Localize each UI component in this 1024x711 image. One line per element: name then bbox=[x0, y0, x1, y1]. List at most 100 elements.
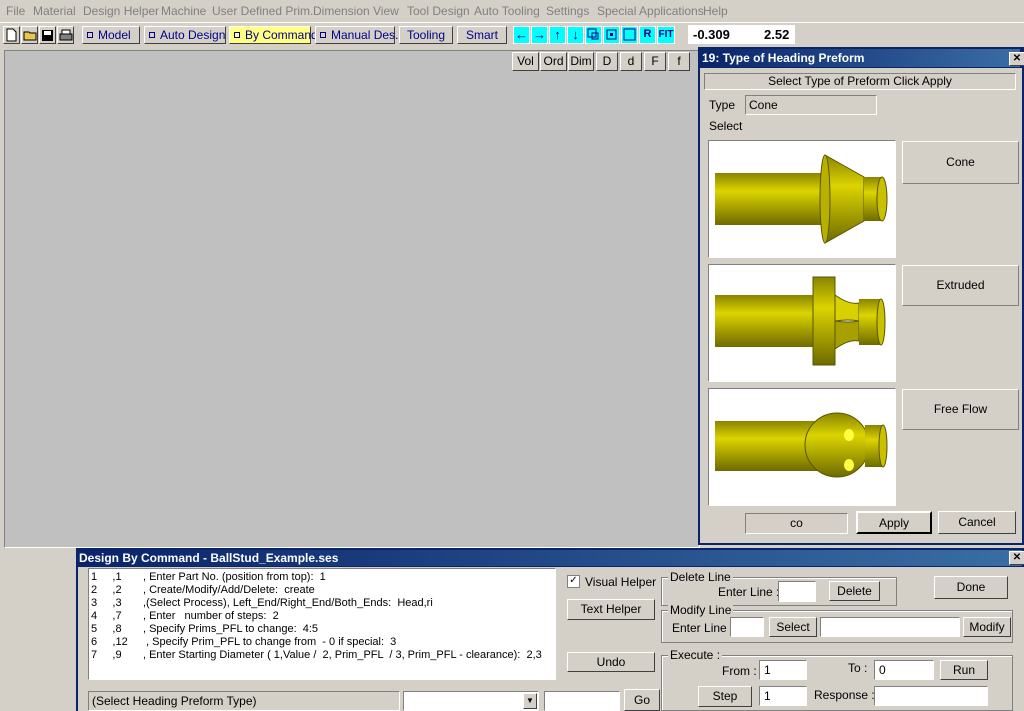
menu-dimension[interactable]: Dimension bbox=[313, 4, 370, 18]
chevron-down-icon[interactable]: ▼ bbox=[523, 693, 537, 709]
new-file-icon[interactable] bbox=[3, 26, 20, 44]
command-list[interactable]: 1 ,1 , Enter Part No. (position from top… bbox=[88, 568, 556, 680]
menu-special-applications[interactable]: Special Applications bbox=[597, 4, 704, 18]
dimension-button[interactable]: Dim bbox=[568, 52, 594, 71]
mode-by-command-button[interactable]: By Command bbox=[229, 26, 318, 44]
fit-button[interactable]: FIT bbox=[657, 26, 675, 44]
command-combo[interactable] bbox=[403, 691, 539, 711]
free-flow-option-button[interactable]: Free Flow bbox=[902, 389, 1019, 430]
execute-legend: Execute : bbox=[668, 648, 723, 662]
print-icon[interactable] bbox=[57, 26, 74, 44]
command-line-5[interactable]: 5 ,8 , Specify Prims_PFL to change: 4:5 bbox=[91, 623, 318, 636]
menu-help[interactable]: Help bbox=[703, 4, 728, 18]
dialog-title-bar[interactable]: 19: Type of Heading Preform bbox=[700, 49, 1020, 67]
view-f-upper-button[interactable]: F bbox=[644, 52, 666, 71]
response-input[interactable] bbox=[874, 686, 988, 706]
command-close-icon[interactable]: ✕ bbox=[1009, 551, 1024, 565]
cone-option-button[interactable]: Cone bbox=[902, 141, 1019, 184]
mode-model-button[interactable]: Model bbox=[82, 26, 140, 44]
volume-button[interactable]: Vol bbox=[512, 52, 539, 71]
select-label: Select bbox=[709, 119, 743, 133]
arrow-right-icon[interactable]: → bbox=[531, 26, 548, 44]
command-line-3[interactable]: 3 ,3 ,(Select Process), Left_End/Right_E… bbox=[91, 597, 433, 610]
open-folder-icon[interactable] bbox=[21, 26, 38, 44]
text-helper-button[interactable]: Text Helper bbox=[567, 599, 655, 620]
type-value-box: Cone bbox=[745, 95, 877, 115]
from-input[interactable]: 1 bbox=[759, 660, 807, 680]
menu-auto-tooling[interactable]: Auto Tooling bbox=[474, 4, 540, 18]
command-line-6[interactable]: 6 ,12 , Specify Prim_PFL to change from … bbox=[91, 636, 396, 649]
command-title: Design By Command - BallStud_Example.ses bbox=[79, 551, 339, 565]
response-label: Response : bbox=[814, 688, 875, 702]
delete-button[interactable]: Delete bbox=[829, 581, 880, 601]
extruded-preview-image[interactable] bbox=[708, 264, 896, 382]
type-value: Cone bbox=[749, 98, 778, 112]
instruction-bar: Select Type of Preform Click Apply bbox=[704, 73, 1016, 90]
go-button[interactable]: Go bbox=[624, 689, 660, 711]
command-input[interactable] bbox=[544, 691, 620, 711]
undo-button[interactable]: Undo bbox=[567, 652, 655, 672]
extruded-option-button[interactable]: Extruded bbox=[902, 265, 1019, 306]
design-by-command-dialog: Design By Command - BallStud_Example.ses… bbox=[76, 548, 1024, 711]
visual-helper-label: Visual Helper bbox=[585, 575, 657, 589]
visual-helper-checkbox[interactable]: ✓ bbox=[567, 575, 580, 588]
modify-button[interactable]: Modify bbox=[963, 617, 1011, 637]
save-icon[interactable] bbox=[39, 26, 56, 44]
cone-option-label: Cone bbox=[946, 155, 975, 169]
execute-group: Execute : From : 1 To : 0 Run Step 1 Res… bbox=[661, 648, 1013, 711]
dialog-title: 19: Type of Heading Preform bbox=[702, 51, 865, 65]
command-line-2[interactable]: 2 ,2 , Create/Modify/Add/Delete: create bbox=[91, 584, 315, 597]
modify-value-input[interactable] bbox=[820, 617, 960, 637]
zoom-out-icon[interactable] bbox=[603, 26, 620, 44]
preform-input-value: co bbox=[790, 516, 803, 530]
select-button[interactable]: Select bbox=[769, 617, 817, 637]
heading-preform-dialog: 19: Type of Heading Preform ✕ Select Typ… bbox=[698, 47, 1024, 545]
command-line-1[interactable]: 1 ,1 , Enter Part No. (position from top… bbox=[91, 571, 326, 584]
menu-user-defined-prim[interactable]: User Defined Prim. bbox=[212, 4, 313, 18]
view-d-lower-button[interactable]: d bbox=[620, 52, 642, 71]
menu-file[interactable]: File bbox=[6, 4, 25, 18]
step-input[interactable]: 1 bbox=[759, 686, 807, 706]
mode-auto-design-button[interactable]: Auto Design bbox=[144, 26, 226, 44]
zoom-in-icon[interactable] bbox=[621, 26, 638, 44]
menu-view[interactable]: View bbox=[373, 4, 399, 18]
menu-tool-design[interactable]: Tool Design bbox=[407, 4, 470, 18]
menu-material[interactable]: Material bbox=[33, 4, 76, 18]
preform-input-field[interactable]: co bbox=[745, 513, 848, 534]
cone-preview-image[interactable] bbox=[708, 140, 896, 258]
arrow-left-icon[interactable]: ← bbox=[513, 26, 530, 44]
arrow-up-icon[interactable]: ↑ bbox=[549, 26, 566, 44]
view-f-lower-button[interactable]: f bbox=[668, 52, 690, 71]
delete-line-input[interactable] bbox=[778, 581, 816, 602]
done-button[interactable]: Done bbox=[934, 576, 1008, 599]
command-line-4[interactable]: 4 ,7 , Enter number of steps: 2 bbox=[91, 610, 279, 623]
modify-line-legend: Modify Line bbox=[668, 603, 734, 617]
ordinate-button[interactable]: Ord bbox=[540, 52, 567, 71]
close-icon[interactable]: ✕ bbox=[1009, 52, 1024, 66]
command-title-bar[interactable]: Design By Command - BallStud_Example.ses bbox=[78, 550, 1022, 566]
from-label: From : bbox=[722, 664, 757, 678]
mode-smart-button[interactable]: Smart bbox=[457, 26, 507, 44]
free-flow-option-label: Free Flow bbox=[933, 402, 988, 416]
extruded-option-label: Extruded bbox=[936, 278, 985, 292]
step-button[interactable]: Step bbox=[698, 686, 752, 707]
to-value: 0 bbox=[879, 663, 886, 677]
zoom-window-icon[interactable] bbox=[585, 26, 602, 44]
view-d-upper-button[interactable]: D bbox=[596, 52, 618, 71]
run-button[interactable]: Run bbox=[940, 660, 988, 680]
free-flow-preview-image[interactable] bbox=[708, 388, 896, 506]
arrow-down-icon[interactable]: ↓ bbox=[567, 26, 584, 44]
menu-machine[interactable]: Machine bbox=[161, 4, 206, 18]
redraw-button[interactable]: R bbox=[639, 26, 656, 44]
instruction-text: Select Type of Preform Click Apply bbox=[768, 74, 952, 88]
cancel-button[interactable]: Cancel bbox=[938, 511, 1016, 534]
command-line-7[interactable]: 7 ,9 , Enter Starting Diameter ( 1,Value… bbox=[91, 649, 542, 662]
mode-manual-design-button[interactable]: Manual Des. bbox=[315, 26, 398, 44]
apply-button[interactable]: Apply bbox=[856, 511, 932, 534]
drawing-canvas[interactable] bbox=[4, 50, 700, 548]
modify-line-input[interactable] bbox=[730, 617, 764, 637]
menu-design-helper[interactable]: Design Helper bbox=[83, 4, 159, 18]
to-input[interactable]: 0 bbox=[874, 660, 934, 680]
menu-settings[interactable]: Settings bbox=[546, 4, 589, 18]
mode-tooling-button[interactable]: Tooling bbox=[399, 26, 453, 44]
